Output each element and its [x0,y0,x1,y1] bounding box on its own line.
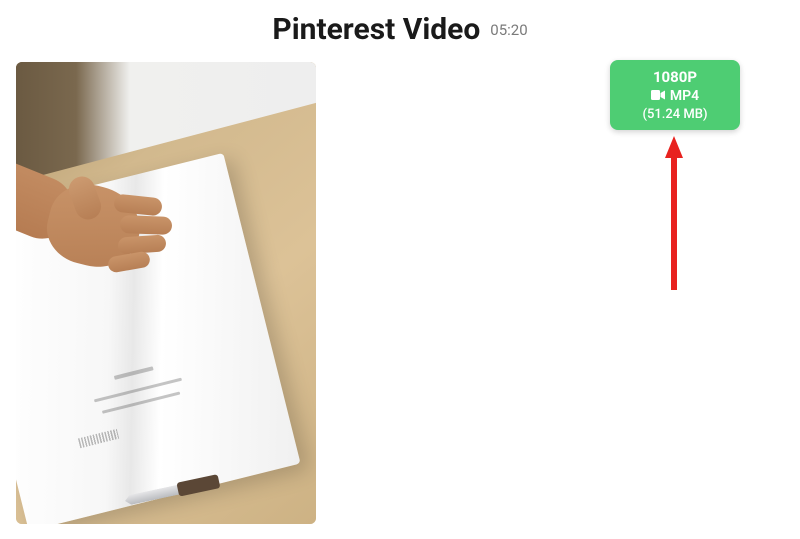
download-format: MP4 [670,87,699,106]
annotation-arrow-icon [663,132,685,292]
product-box-fineprint [56,352,233,478]
download-format-row: MP4 [651,87,699,106]
page-title: Pinterest Video [272,12,480,47]
download-resolution: 1080P [653,67,697,87]
video-thumbnail[interactable]: iPad Pro [16,62,316,524]
video-camera-icon [651,87,665,106]
video-duration: 05:20 [490,21,527,39]
page-header: Pinterest Video 05:20 [0,0,800,65]
download-size: (51.24 MB) [642,106,707,124]
thumbnail-hand [16,132,156,282]
download-button[interactable]: 1080P MP4 (51.24 MB) [610,60,740,130]
